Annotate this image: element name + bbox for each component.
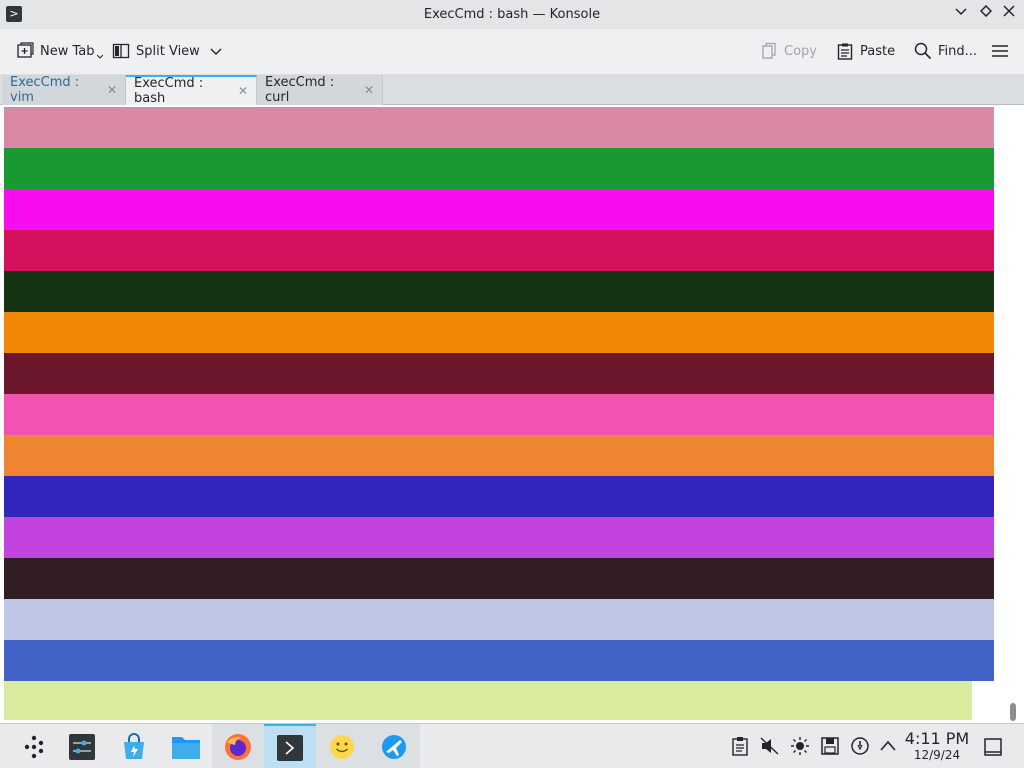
close-tab-icon[interactable]: ✕ bbox=[238, 84, 248, 98]
terminal-icon bbox=[277, 734, 303, 761]
color-band bbox=[4, 558, 994, 599]
color-band bbox=[4, 599, 994, 640]
new-tab-label: New Tab bbox=[40, 43, 95, 59]
settings-app-icon bbox=[69, 733, 95, 760]
clipboard-icon[interactable] bbox=[730, 736, 750, 756]
clock-time: 4:11 PM bbox=[904, 729, 970, 748]
color-band bbox=[4, 353, 994, 394]
tab-label: ExecCmd : vim bbox=[10, 75, 80, 105]
find-label: Find... bbox=[938, 43, 978, 59]
paste-button[interactable]: Paste bbox=[836, 39, 895, 63]
new-tab-button[interactable]: New Tab bbox=[16, 39, 103, 63]
terminal-view[interactable] bbox=[0, 105, 1024, 723]
emoji-app-taskbar-button[interactable] bbox=[316, 724, 368, 768]
globe-plane-icon bbox=[382, 734, 406, 759]
toolbar: New Tab Split View Copy Paste Find... bbox=[0, 29, 1024, 74]
konsole-app-icon[interactable]: > bbox=[6, 6, 22, 22]
file-manager-taskbar-button[interactable] bbox=[160, 724, 212, 768]
split-view-label: Split View bbox=[136, 43, 200, 59]
smiley-icon bbox=[330, 734, 354, 759]
shopping-bag-icon bbox=[124, 732, 144, 759]
taskbar: 4:11 PM 12/9/24 bbox=[0, 723, 1024, 768]
color-band bbox=[4, 394, 994, 435]
window-title: ExecCmd : bash — Konsole bbox=[423, 7, 601, 22]
color-band bbox=[4, 107, 994, 148]
chevron-down-icon bbox=[210, 48, 222, 55]
find-button[interactable]: Find... bbox=[914, 39, 977, 63]
split-view-icon bbox=[112, 43, 130, 59]
color-band bbox=[4, 189, 994, 230]
paste-label: Paste bbox=[860, 43, 896, 59]
color-band bbox=[4, 517, 994, 558]
konsole-taskbar-button[interactable] bbox=[264, 724, 316, 768]
chevron-up-icon[interactable] bbox=[878, 736, 898, 756]
copy-icon bbox=[762, 42, 776, 59]
volume-muted-icon[interactable] bbox=[760, 736, 780, 756]
color-band bbox=[4, 681, 972, 720]
paste-icon bbox=[837, 43, 853, 60]
dropdown-indicator-icon bbox=[96, 54, 103, 59]
copy-button[interactable]: Copy bbox=[760, 39, 817, 63]
new-tab-icon bbox=[17, 42, 34, 58]
scrollbar-thumb[interactable] bbox=[1010, 703, 1016, 721]
tab-vim[interactable]: ExecCmd : vim ✕ bbox=[2, 75, 126, 105]
firefox-icon bbox=[225, 733, 251, 760]
digital-clock[interactable]: 4:11 PM 12/9/24 bbox=[898, 729, 976, 763]
color-band bbox=[4, 640, 994, 681]
tab-curl[interactable]: ExecCmd : curl ✕ bbox=[257, 75, 383, 105]
maximize-button[interactable] bbox=[977, 4, 995, 23]
diamond-icon bbox=[979, 4, 993, 18]
tab-label: ExecCmd : curl bbox=[265, 75, 335, 105]
search-icon bbox=[914, 42, 932, 60]
network-app-taskbar-button[interactable] bbox=[368, 724, 420, 768]
color-band bbox=[4, 435, 994, 476]
color-band bbox=[4, 271, 994, 312]
system-settings-taskbar-button[interactable] bbox=[56, 724, 108, 768]
tab-label: ExecCmd : bash bbox=[134, 76, 204, 106]
discover-taskbar-button[interactable] bbox=[108, 724, 160, 768]
folder-icon bbox=[172, 736, 200, 759]
application-launcher-button[interactable] bbox=[8, 724, 60, 768]
color-band-stack bbox=[4, 107, 994, 720]
color-band bbox=[4, 148, 994, 189]
close-button[interactable] bbox=[1000, 5, 1018, 23]
color-band bbox=[4, 312, 994, 353]
close-tab-icon[interactable]: ✕ bbox=[107, 83, 117, 97]
brightness-icon[interactable] bbox=[790, 736, 810, 756]
clock-date: 12/9/24 bbox=[913, 748, 961, 762]
close-icon bbox=[1003, 5, 1015, 17]
minimize-button[interactable] bbox=[952, 5, 970, 23]
split-view-button[interactable]: Split View bbox=[112, 39, 222, 63]
tab-bash[interactable]: ExecCmd : bash ✕ bbox=[126, 75, 257, 106]
color-band bbox=[4, 476, 994, 517]
storage-device-icon[interactable] bbox=[820, 736, 840, 756]
title-bar: > ExecCmd : bash — Konsole bbox=[0, 0, 1024, 29]
hamburger-menu-button[interactable] bbox=[991, 39, 1009, 63]
show-desktop-icon[interactable] bbox=[983, 737, 1003, 757]
close-tab-icon[interactable]: ✕ bbox=[364, 83, 374, 97]
chevron-down-icon bbox=[955, 8, 967, 16]
tab-bar: ExecCmd : vim ✕ ExecCmd : bash ✕ ExecCmd… bbox=[0, 74, 1024, 106]
launcher-icon bbox=[24, 735, 44, 758]
copy-label: Copy bbox=[784, 43, 817, 59]
hamburger-menu-icon bbox=[992, 45, 1008, 57]
power-management-icon[interactable] bbox=[850, 736, 870, 756]
firefox-taskbar-button[interactable] bbox=[212, 724, 264, 768]
color-band bbox=[4, 230, 994, 271]
